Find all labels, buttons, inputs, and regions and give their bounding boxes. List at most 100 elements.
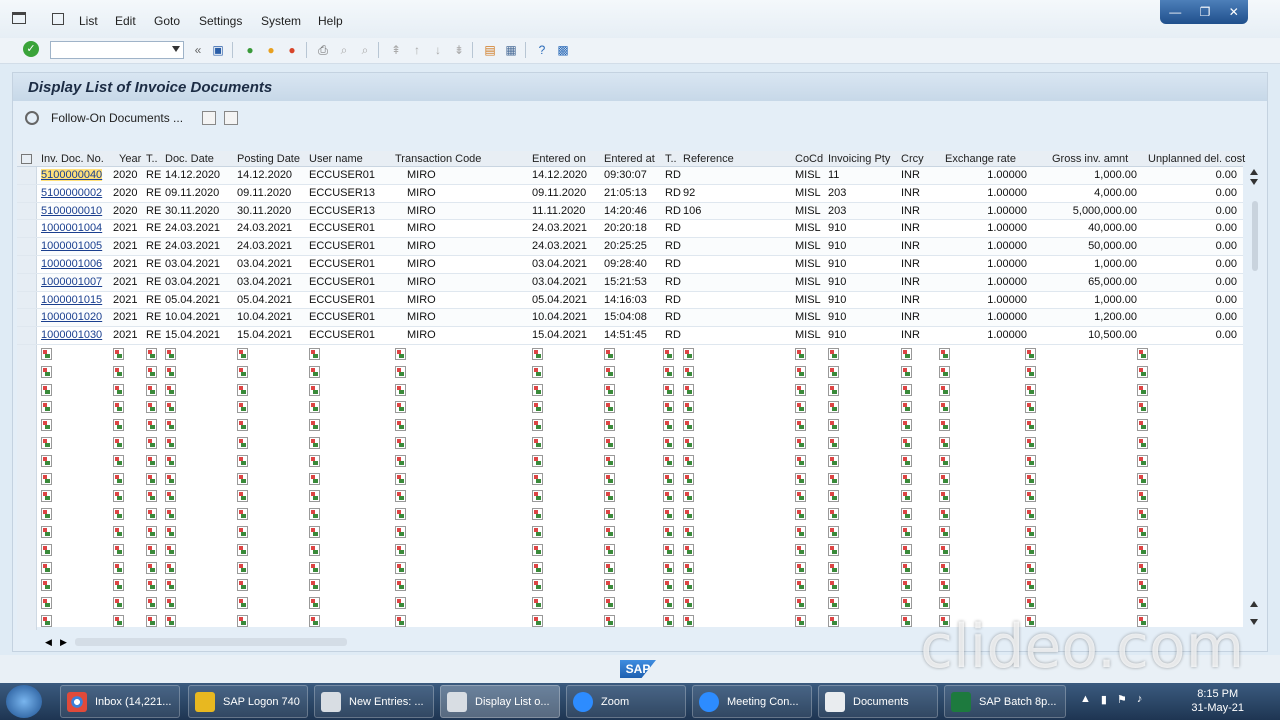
taskbar-item-display-list[interactable]: Display List o... bbox=[440, 685, 560, 718]
col-unplanned-delivery-cost[interactable]: Unplanned del. cost bbox=[1148, 153, 1245, 165]
row-selector[interactable] bbox=[17, 184, 37, 202]
col-currency[interactable]: Crcy bbox=[901, 153, 924, 165]
cell-inv-doc-no[interactable]: 1000001006 bbox=[41, 258, 102, 270]
row-selector[interactable] bbox=[17, 273, 37, 291]
taskbar-item-zoom[interactable]: Zoom bbox=[566, 685, 686, 718]
col-reference[interactable]: Reference bbox=[683, 153, 734, 165]
col-entered-on[interactable]: Entered on bbox=[532, 153, 586, 165]
find-icon[interactable]: ⌕ bbox=[336, 42, 352, 58]
row-selector[interactable] bbox=[17, 220, 37, 238]
row-selector[interactable] bbox=[17, 469, 37, 488]
cell-inv-doc-no[interactable]: 5100000010 bbox=[41, 205, 102, 217]
taskbar-item-chrome[interactable]: Inbox (14,221... bbox=[60, 685, 180, 718]
customize-icon[interactable] bbox=[52, 13, 64, 25]
row-selector[interactable] bbox=[17, 505, 37, 523]
deselect-all-icon[interactable] bbox=[224, 111, 238, 125]
row-selector[interactable] bbox=[17, 612, 37, 630]
minimize-button[interactable]: — bbox=[1169, 5, 1181, 19]
help-icon[interactable]: ? bbox=[534, 42, 550, 58]
taskbar-item-excel[interactable]: SAP Batch 8p... bbox=[944, 685, 1066, 718]
table-row[interactable]: 5100000040 2020 RE 14.12.2020 14.12.2020 ECCU… bbox=[17, 167, 1243, 185]
table-row[interactable]: 1000001007 2021 RE 03.04.2021 03.04.2021 ECCU… bbox=[17, 273, 1243, 292]
row-selector[interactable] bbox=[17, 558, 37, 577]
clock[interactable]: 8:15 PM 31-May-21 bbox=[1191, 687, 1244, 715]
previous-page-icon[interactable]: ↑ bbox=[409, 42, 425, 58]
menu-goto[interactable]: Goto bbox=[154, 14, 180, 28]
col-type[interactable]: T.. bbox=[146, 153, 158, 165]
first-page-icon[interactable]: ⇞ bbox=[388, 42, 404, 58]
scroll-down-small-icon[interactable] bbox=[1250, 179, 1258, 185]
col-transaction-code[interactable]: Transaction Code bbox=[395, 153, 481, 165]
scroll-up-icon[interactable] bbox=[1250, 169, 1258, 175]
next-page-icon[interactable]: ↓ bbox=[430, 42, 446, 58]
cell-inv-doc-no[interactable]: 1000001004 bbox=[41, 222, 102, 234]
row-selector[interactable] bbox=[17, 291, 37, 309]
cell-inv-doc-no[interactable]: 1000001015 bbox=[41, 294, 102, 306]
close-button[interactable]: ✕ bbox=[1229, 5, 1239, 19]
cell-inv-doc-no[interactable]: 1000001020 bbox=[41, 311, 102, 323]
find-next-icon[interactable]: ⌕ bbox=[357, 42, 373, 58]
col-year[interactable]: Year bbox=[119, 153, 141, 165]
col-posting-date[interactable]: Posting Date bbox=[237, 153, 300, 165]
back-icon[interactable]: ● bbox=[242, 42, 258, 58]
row-selector[interactable] bbox=[17, 540, 37, 559]
exit-icon[interactable]: ● bbox=[263, 42, 279, 58]
row-selector[interactable] bbox=[17, 434, 37, 452]
layout-menu-icon[interactable]: ▩ bbox=[555, 42, 571, 58]
col-inv-doc-no[interactable]: Inv. Doc. No. bbox=[41, 153, 104, 165]
double-chevron-left-icon[interactable]: « bbox=[190, 42, 206, 58]
scroll-down-icon[interactable] bbox=[1250, 619, 1258, 625]
table-row[interactable]: 1000001004 2021 RE 24.03.2021 24.03.2021 ECCU… bbox=[17, 220, 1243, 239]
row-selector[interactable] bbox=[17, 327, 37, 344]
row-selector[interactable] bbox=[17, 202, 37, 220]
start-button-icon[interactable] bbox=[6, 685, 42, 718]
row-selector[interactable] bbox=[17, 594, 37, 612]
cell-inv-doc-no[interactable]: 5100000002 bbox=[41, 187, 102, 199]
row-selector[interactable] bbox=[17, 398, 37, 417]
table-row[interactable]: 1000001030 2021 RE 15.04.2021 15.04.2021 ECCU… bbox=[17, 327, 1243, 345]
scroll-left-icon[interactable]: ◀ bbox=[45, 637, 52, 648]
menu-edit[interactable]: Edit bbox=[115, 14, 136, 28]
save-icon[interactable]: ▣ bbox=[210, 42, 226, 58]
print-icon[interactable]: ⎙ bbox=[315, 42, 331, 58]
col-user-name[interactable]: User name bbox=[309, 153, 363, 165]
table-row[interactable]: 1000001006 2021 RE 03.04.2021 03.04.2021 ECCU… bbox=[17, 256, 1243, 274]
menu-list[interactable]: List bbox=[79, 14, 98, 28]
window-menu-icon[interactable] bbox=[12, 12, 26, 24]
row-selector[interactable] bbox=[17, 309, 37, 327]
col-invoicing-party[interactable]: Invoicing Pty bbox=[828, 153, 890, 165]
menu-help[interactable]: Help bbox=[318, 14, 343, 28]
col-exchange-rate[interactable]: Exchange rate bbox=[945, 153, 1016, 165]
volume-icon[interactable]: ♪ bbox=[1137, 693, 1143, 706]
cell-inv-doc-no[interactable]: 1000001030 bbox=[41, 329, 102, 341]
row-selector[interactable] bbox=[17, 238, 37, 255]
scroll-right-icon[interactable]: ▶ bbox=[60, 637, 67, 648]
row-selector[interactable] bbox=[17, 487, 37, 506]
scroll-up-bottom-icon[interactable] bbox=[1250, 601, 1258, 607]
menu-system[interactable]: System bbox=[261, 14, 301, 28]
cell-inv-doc-no[interactable]: 1000001007 bbox=[41, 276, 102, 288]
col-gross-invoice-amount[interactable]: Gross inv. amnt bbox=[1052, 153, 1128, 165]
taskbar-item-new-entries[interactable]: New Entries: ... bbox=[314, 685, 434, 718]
follow-on-documents-button[interactable]: Follow-On Documents ... bbox=[25, 108, 183, 128]
row-selector[interactable] bbox=[17, 380, 37, 399]
cell-inv-doc-no[interactable]: 5100000040 bbox=[41, 169, 103, 181]
table-row[interactable]: 5100000010 2020 RE 30.11.2020 30.11.2020 ECCU… bbox=[17, 202, 1243, 221]
row-selector[interactable] bbox=[17, 167, 37, 184]
enter-check-icon[interactable]: ✓ bbox=[23, 41, 39, 57]
select-all-icon[interactable] bbox=[202, 111, 216, 125]
row-selector[interactable] bbox=[17, 416, 37, 434]
new-session-icon[interactable]: ▤ bbox=[482, 42, 498, 58]
cancel-icon[interactable]: ● bbox=[284, 42, 300, 58]
col-doc-type[interactable]: T.. bbox=[665, 153, 677, 165]
network-icon[interactable]: ▮ bbox=[1101, 693, 1107, 706]
taskbar-item-sap-logon[interactable]: SAP Logon 740 bbox=[188, 685, 308, 718]
scroll-thumb[interactable] bbox=[1252, 201, 1258, 271]
row-selector[interactable] bbox=[17, 451, 37, 470]
row-selector[interactable] bbox=[17, 256, 37, 273]
row-selector[interactable] bbox=[17, 523, 37, 541]
col-doc-date[interactable]: Doc. Date bbox=[165, 153, 214, 165]
vertical-scrollbar[interactable] bbox=[1247, 167, 1263, 627]
show-hidden-icon[interactable]: ▲ bbox=[1080, 693, 1091, 706]
row-selector[interactable] bbox=[17, 345, 37, 363]
